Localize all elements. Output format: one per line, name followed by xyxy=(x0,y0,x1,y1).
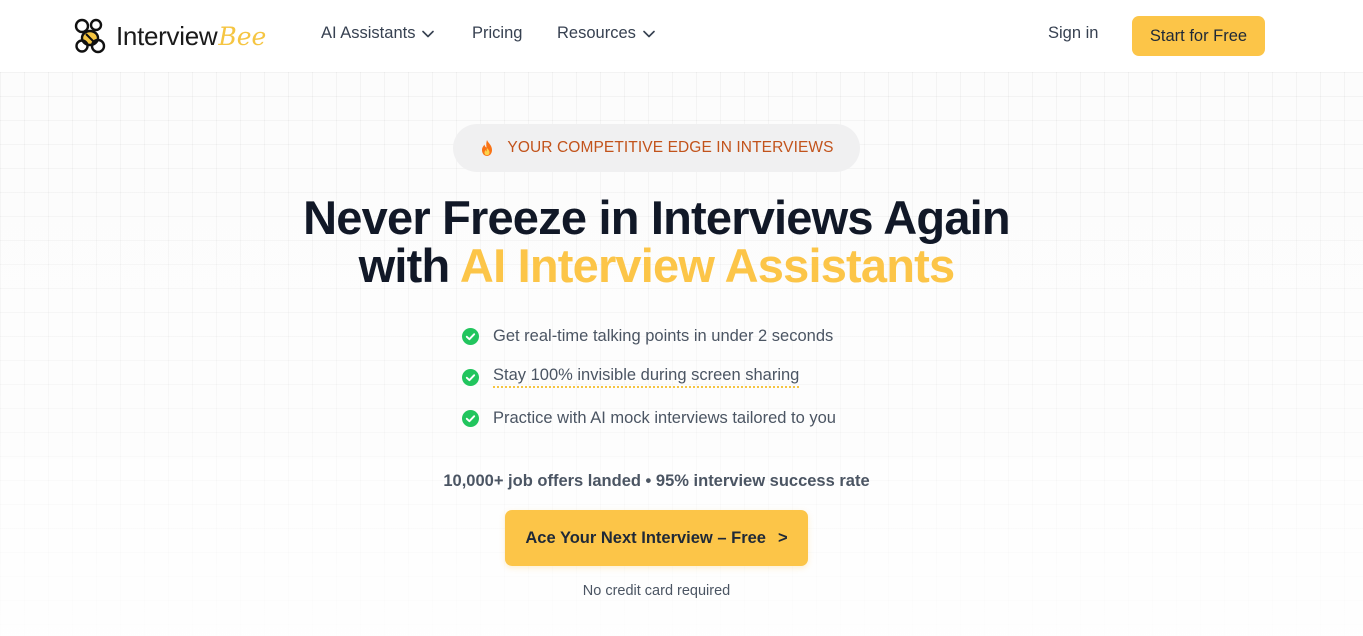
tagline-badge: YOUR COMPETITIVE EDGE IN INTERVIEWS xyxy=(453,124,860,172)
logo-accent-wordmark: Bee xyxy=(218,21,267,51)
chevron-down-icon xyxy=(422,30,435,37)
ace-interview-cta-button[interactable]: Ace Your Next Interview – Free > xyxy=(505,510,808,566)
chevron-right-icon: > xyxy=(777,528,788,547)
sign-in-link[interactable]: Sign in xyxy=(1048,24,1098,43)
nav-item-label: Pricing xyxy=(472,24,523,42)
headline-line-1: Never Freeze in Interviews Again xyxy=(303,191,1010,244)
nav-item-label: Resources xyxy=(557,24,636,42)
check-circle-icon xyxy=(462,409,479,427)
check-circle-icon xyxy=(462,327,479,345)
cta-label: Ace Your Next Interview – Free xyxy=(525,528,766,547)
logo-link[interactable]: Interview Bee xyxy=(72,16,266,56)
headline-accent: AI Interview Assistants xyxy=(459,239,955,292)
feature-item: Practice with AI mock interviews tailore… xyxy=(462,406,836,430)
top-navigation: Interview Bee AI Assistants Pricing Reso… xyxy=(0,0,1363,72)
nav-item-resources[interactable]: Resources xyxy=(557,24,655,43)
feature-text: Get real-time talking points in under 2 … xyxy=(493,326,834,345)
headline-line-2: with AI Interview Assistants xyxy=(0,242,1313,290)
feature-text-tooltip[interactable]: Stay 100% invisible during screen sharin… xyxy=(493,366,800,388)
page-headline: Never Freeze in Interviews Again with AI… xyxy=(0,194,1313,290)
badge-text: YOUR COMPETITIVE EDGE IN INTERVIEWS xyxy=(507,139,834,156)
no-credit-card-note: No credit card required xyxy=(582,583,731,599)
feature-item: Get real-time talking points in under 2 … xyxy=(462,324,836,348)
headline-prefix: with xyxy=(358,239,460,292)
social-proof-stats: 10,000+ job offers landed • 95% intervie… xyxy=(443,472,870,490)
nav-item-pricing[interactable]: Pricing xyxy=(472,24,522,43)
feature-text: Practice with AI mock interviews tailore… xyxy=(493,408,836,427)
bee-icon xyxy=(74,18,106,54)
nav-item-ai-assistants[interactable]: AI Assistants xyxy=(321,24,435,43)
nav-item-label: AI Assistants xyxy=(321,24,416,42)
feature-list: Get real-time talking points in under 2 … xyxy=(462,324,836,447)
feature-item: Stay 100% invisible during screen sharin… xyxy=(462,365,836,389)
start-for-free-button[interactable]: Start for Free xyxy=(1132,16,1265,56)
chevron-down-icon xyxy=(643,30,655,37)
check-circle-icon xyxy=(462,368,479,386)
flame-icon xyxy=(482,140,493,156)
logo-wordmark: Interview xyxy=(116,20,218,51)
